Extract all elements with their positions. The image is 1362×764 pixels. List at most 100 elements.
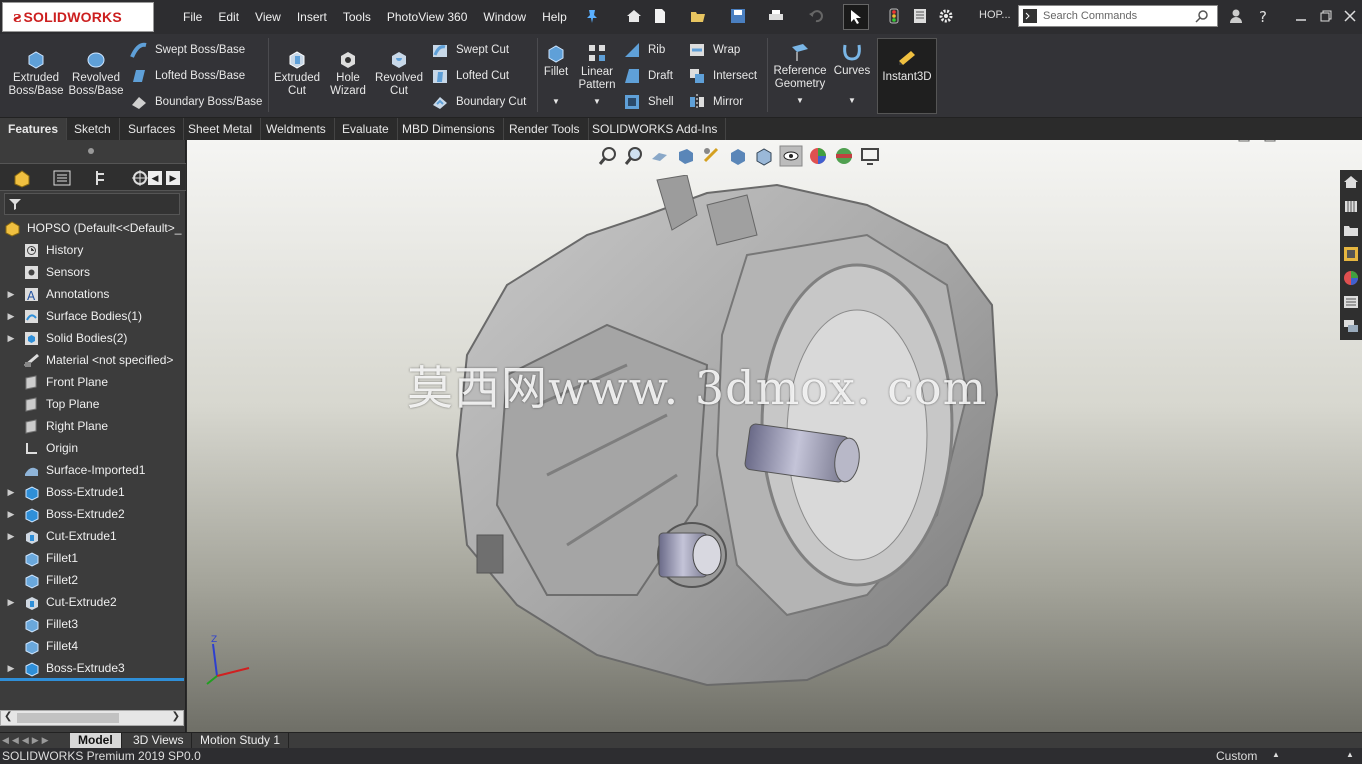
- tree-item-boss-extrude1[interactable]: ▶ Boss-Extrude1: [0, 481, 184, 503]
- tree-item-right-plane[interactable]: Right Plane: [0, 415, 184, 437]
- expand-arrow-icon[interactable]: ▶: [4, 289, 18, 300]
- menu-insert[interactable]: Insert: [289, 10, 335, 24]
- previous-view-icon[interactable]: [649, 145, 671, 167]
- mirror-button[interactable]: Mirror: [688, 93, 743, 111]
- tree-item-fillet1[interactable]: Fillet1: [0, 547, 184, 569]
- solidworks-resources-icon[interactable]: [1343, 174, 1359, 190]
- tree-item-annotations[interactable]: ▶ A Annotations: [0, 283, 184, 305]
- tree-item-boss-extrude2[interactable]: ▶ Boss-Extrude2: [0, 503, 184, 525]
- expand-arrow-icon[interactable]: ▶: [4, 311, 18, 322]
- expand-arrow-icon[interactable]: ▶: [4, 663, 18, 674]
- expand-arrow-icon[interactable]: ▶: [4, 333, 18, 344]
- menu-view[interactable]: View: [247, 10, 289, 24]
- display-style-icon[interactable]: [753, 145, 775, 167]
- menu-tools[interactable]: Tools: [335, 10, 379, 24]
- hole-wizard-button[interactable]: Hole Wizard: [324, 48, 372, 98]
- lofted-cut-button[interactable]: Lofted Cut: [431, 67, 509, 85]
- unit-dropdown-icon[interactable]: ▲: [1272, 750, 1280, 759]
- help-icon[interactable]: ?: [1256, 8, 1272, 24]
- tree-item-boss-extrude3[interactable]: ▶ Boss-Extrude3: [0, 657, 184, 679]
- status-expand-icon[interactable]: ▲: [1346, 750, 1354, 759]
- menu-photoview[interactable]: PhotoView 360: [379, 10, 476, 24]
- rib-button[interactable]: Rib: [623, 41, 665, 59]
- curves-dropdown-icon[interactable]: ▼: [831, 94, 873, 107]
- tabs-scroll-left-icon[interactable]: ◀: [148, 171, 162, 185]
- zoom-to-area-icon[interactable]: [623, 145, 645, 167]
- options-gear-icon[interactable]: [938, 8, 954, 24]
- expand-arrow-icon[interactable]: ▶: [4, 487, 18, 498]
- tree-item-solid-bodies-2[interactable]: ▶ Solid Bodies(2): [0, 327, 184, 349]
- draft-button[interactable]: Draft: [623, 67, 673, 85]
- hide-show-items-icon[interactable]: [779, 145, 803, 167]
- tree-item-fillet4[interactable]: Fillet4: [0, 635, 184, 657]
- tree-item-cut-extrude2[interactable]: ▶ Cut-Extrude2: [0, 591, 184, 613]
- scroll-left-icon[interactable]: ❮: [4, 711, 12, 722]
- tab-motion-study[interactable]: Motion Study 1: [192, 733, 290, 749]
- apply-scene-icon[interactable]: [833, 145, 855, 167]
- solidworks-logo[interactable]: ƨ SOLIDWORKS: [2, 2, 154, 32]
- zoom-to-fit-icon[interactable]: [597, 145, 619, 167]
- appearances-icon[interactable]: [1343, 270, 1359, 286]
- tree-item-surface-bodies-1[interactable]: ▶ Surface Bodies(1): [0, 305, 184, 327]
- search-icon[interactable]: [1195, 9, 1209, 23]
- user-icon[interactable]: [1228, 8, 1244, 24]
- tree-item-front-plane[interactable]: Front Plane: [0, 371, 184, 393]
- minimize-icon[interactable]: [1293, 8, 1309, 24]
- tree-item-fillet3[interactable]: Fillet3: [0, 613, 184, 635]
- lofted-boss-button[interactable]: Lofted Boss/Base: [130, 67, 245, 85]
- tree-item-sensors[interactable]: Sensors: [0, 261, 184, 283]
- fillet-button[interactable]: Fillet ▼: [539, 42, 573, 108]
- scroll-thumb[interactable]: [17, 713, 119, 723]
- home-icon[interactable]: [626, 8, 642, 24]
- tab-render-tools[interactable]: Render Tools: [501, 118, 589, 140]
- shell-button[interactable]: Shell: [623, 93, 674, 111]
- tree-item-fillet2[interactable]: Fillet2: [0, 569, 184, 591]
- view-settings-icon[interactable]: [859, 145, 881, 167]
- file-properties-icon[interactable]: [912, 8, 928, 24]
- tab-sheet-metal[interactable]: Sheet Metal: [180, 118, 262, 140]
- swept-cut-button[interactable]: Swept Cut: [431, 41, 509, 59]
- rebuild-icon[interactable]: [886, 8, 902, 24]
- select-button[interactable]: [843, 4, 869, 30]
- extruded-cut-button[interactable]: Extruded Cut: [270, 48, 324, 98]
- tab-sketch[interactable]: Sketch: [66, 118, 120, 140]
- unit-system-selector[interactable]: Custom: [1216, 749, 1257, 763]
- tabs-scroll-right-icon[interactable]: ▶: [166, 171, 180, 185]
- tree-item-cut-extrude1[interactable]: ▶ Cut-Extrude1: [0, 525, 184, 547]
- boundary-cut-button[interactable]: Boundary Cut: [431, 93, 526, 111]
- tab-mbd-dimensions[interactable]: MBD Dimensions: [394, 118, 504, 140]
- design-library-icon[interactable]: [1343, 198, 1359, 214]
- revolved-boss-button[interactable]: Revolved Boss/Base: [66, 48, 126, 98]
- property-manager-tab-icon[interactable]: [52, 168, 72, 188]
- restore-icon[interactable]: [1318, 8, 1334, 24]
- close-icon[interactable]: [1342, 8, 1358, 24]
- swept-boss-button[interactable]: Swept Boss/Base: [130, 41, 245, 59]
- tree-item-history[interactable]: History: [0, 239, 184, 261]
- tree-item-top-plane[interactable]: Top Plane: [0, 393, 184, 415]
- menu-help[interactable]: Help: [534, 10, 575, 24]
- menu-edit[interactable]: Edit: [210, 10, 247, 24]
- edit-appearance-icon[interactable]: [807, 145, 829, 167]
- tree-root[interactable]: HOPSO (Default<<Default>_: [0, 217, 184, 239]
- feature-manager-tab-icon[interactable]: [12, 168, 32, 188]
- pin-icon[interactable]: [584, 8, 600, 24]
- scroll-right-icon[interactable]: ❯: [172, 711, 180, 722]
- intersect-button[interactable]: Intersect: [688, 67, 757, 85]
- tab-scroll-arrows-icon[interactable]: ◀◀◀▶▶: [2, 735, 52, 746]
- linear-pattern-dropdown-icon[interactable]: ▼: [575, 95, 619, 108]
- search-commands-input[interactable]: Search Commands: [1018, 5, 1218, 27]
- dynamic-annotation-icon[interactable]: [701, 145, 723, 167]
- tab-features[interactable]: Features: [0, 118, 68, 140]
- model-gearbox-housing[interactable]: [447, 175, 1007, 695]
- configuration-manager-tab-icon[interactable]: [92, 168, 112, 188]
- graphics-area[interactable]: 莫西网www. 3dmox. com Z: [187, 140, 1362, 732]
- tab-weldments[interactable]: Weldments: [258, 118, 335, 140]
- curves-button[interactable]: Curves ▼: [831, 41, 873, 107]
- forum-icon[interactable]: [1343, 318, 1359, 334]
- menu-window[interactable]: Window: [475, 10, 534, 24]
- tab-add-ins[interactable]: SOLIDWORKS Add-Ins: [584, 118, 727, 140]
- file-explorer-icon[interactable]: [1343, 222, 1359, 238]
- new-document-icon[interactable]: [652, 8, 668, 24]
- instant3d-button[interactable]: Instant3D: [877, 38, 937, 114]
- tab-3d-views[interactable]: 3D Views: [125, 733, 193, 749]
